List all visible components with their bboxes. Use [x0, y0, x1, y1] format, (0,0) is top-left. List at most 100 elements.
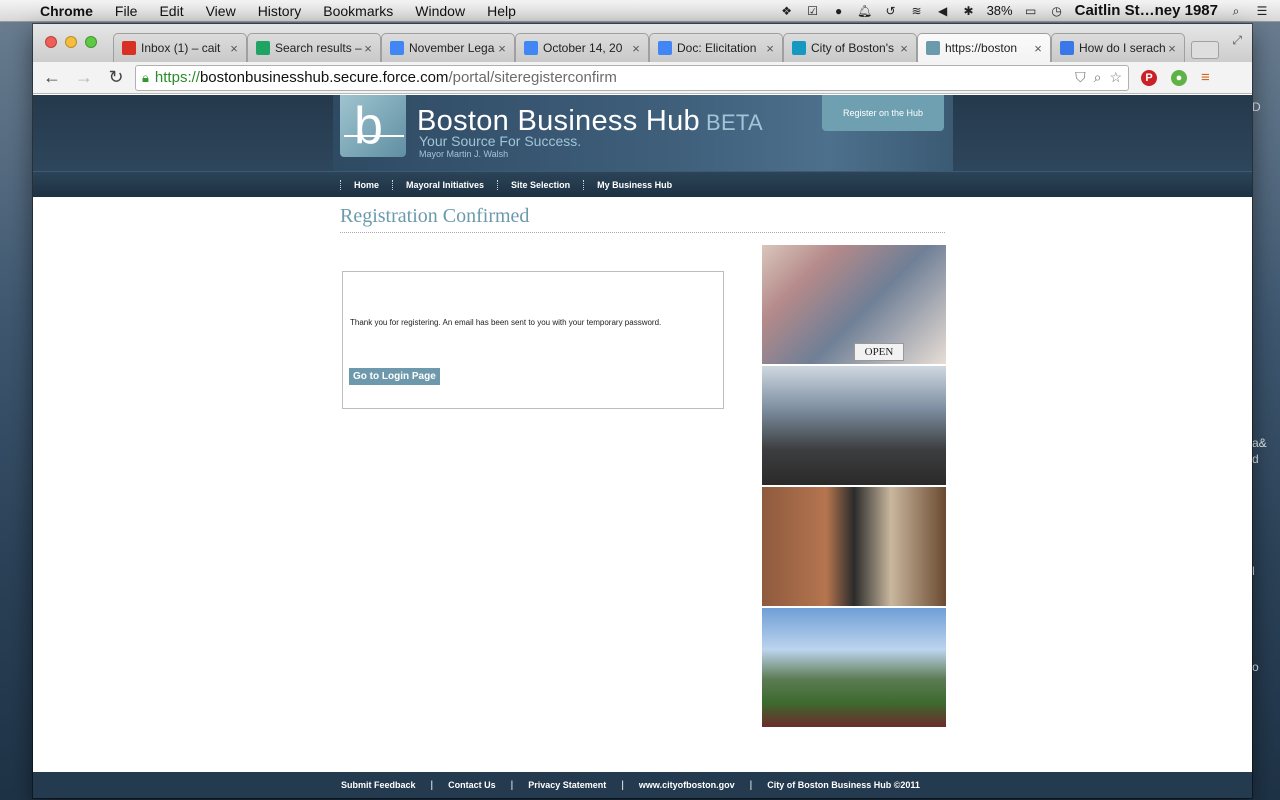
drive-icon	[256, 41, 270, 55]
desktop-edge-text: l	[1252, 564, 1255, 578]
browser-tab[interactable]: How do I serach ×	[1051, 33, 1185, 62]
title-divider	[340, 232, 945, 233]
bluetooth-icon[interactable]: ✱	[961, 4, 977, 18]
close-tab-icon[interactable]: ×	[1166, 41, 1178, 56]
back-button[interactable]: ←	[39, 67, 65, 88]
browser-tab[interactable]: November Lega ×	[381, 33, 515, 62]
fullscreen-icon[interactable]: ⤢	[1232, 33, 1242, 48]
close-tab-icon[interactable]: ×	[630, 41, 642, 56]
desktop-edge-text: a&	[1252, 436, 1267, 450]
evernote-icon[interactable]: ●	[831, 4, 847, 18]
menu-help[interactable]: Help	[476, 3, 527, 19]
reload-button[interactable]: ↻	[103, 67, 129, 88]
menu-file[interactable]: File	[104, 3, 149, 19]
tab-strip: Inbox (1) – cait × Search results – × Novemb…	[33, 24, 1252, 62]
dropbox-icon[interactable]: ❖	[779, 4, 795, 18]
close-tab-icon[interactable]: ×	[362, 41, 374, 56]
minimize-window-button[interactable]	[65, 36, 77, 48]
browser-tab[interactable]: Search results – ×	[247, 33, 381, 62]
register-button[interactable]: Register on the Hub	[822, 95, 944, 131]
page-title: Registration Confirmed	[340, 205, 530, 227]
menu-edit[interactable]: Edit	[148, 3, 194, 19]
zoom-icon[interactable]: ⌕	[1094, 69, 1102, 86]
shield-icon[interactable]: ⛉	[1075, 69, 1086, 86]
browser-tab[interactable]: https://boston ×	[917, 33, 1051, 62]
chrome-menu-icon[interactable]: ≡	[1201, 69, 1210, 86]
boston-hub-logo[interactable]: b	[340, 95, 406, 157]
site-mayor: Mayor Martin J. Walsh	[419, 149, 509, 159]
menu-view[interactable]: View	[195, 3, 247, 19]
docs-icon	[524, 41, 538, 55]
menu-bookmarks[interactable]: Bookmarks	[312, 3, 404, 19]
time-machine-icon[interactable]: ↺	[883, 4, 899, 18]
bookmark-star-icon[interactable]: ☆	[1109, 69, 1122, 86]
shop-owner-photo: OPEN	[762, 245, 946, 364]
footer-separator: |	[430, 779, 434, 791]
footer-separator: |	[621, 779, 624, 791]
notification-center-icon[interactable]: ☰	[1254, 4, 1270, 18]
close-tab-icon[interactable]: ×	[496, 41, 508, 56]
footer-separator: |	[749, 779, 753, 791]
footer-copyright: City of Boston Business Hub ©2011	[767, 780, 920, 790]
footer-submit-feedback[interactable]: Submit Feedback	[341, 780, 416, 790]
tab-title: How do I serach	[1079, 41, 1166, 55]
pinterest-icon[interactable]: P	[1141, 69, 1157, 86]
desktop-edge-text: d	[1252, 452, 1259, 466]
docs-icon	[658, 41, 672, 55]
browser-tab[interactable]: October 14, 20 ×	[515, 33, 649, 62]
battery-percent: 38%	[986, 3, 1013, 18]
browser-tab[interactable]: Doc: Elicitation ×	[649, 33, 783, 62]
go-to-login-button[interactable]: Go to Login Page	[349, 368, 440, 385]
confirmation-panel: Thank you for registering. An email has …	[342, 271, 724, 409]
volume-icon[interactable]: ◀	[935, 4, 951, 18]
restaurant-owner-photo	[762, 487, 946, 606]
nav-my-business-hub[interactable]: My Business Hub	[583, 180, 685, 190]
close-window-button[interactable]	[45, 36, 57, 48]
spotlight-search-icon[interactable]: ⌕	[1228, 4, 1244, 18]
forward-button[interactable]: →	[71, 67, 97, 88]
footer-city-of-boston-link[interactable]: www.cityofboston.gov	[639, 780, 735, 790]
address-bar[interactable]: 🔒︎ https:// bostonbusinesshub.secure.for…	[135, 64, 1129, 91]
site-nav: Home Mayoral Initiatives Site Selection …	[33, 171, 1252, 197]
close-tab-icon[interactable]: ×	[228, 41, 240, 56]
user-name[interactable]: Caitlin St…ney 1987	[1075, 2, 1218, 19]
nav-home[interactable]: Home	[340, 180, 392, 190]
tab-title: October 14, 20	[543, 41, 623, 55]
battery-icon[interactable]: ▭	[1023, 4, 1039, 18]
lock-icon[interactable]: 🔒︎	[142, 70, 149, 86]
beta-label: BETA	[705, 110, 764, 135]
browser-tab[interactable]: City of Boston's ×	[783, 33, 917, 62]
site-header: b Boston Business Hub BETA Your Source Fo…	[33, 95, 1252, 171]
tab-title: Inbox (1) – cait	[141, 41, 221, 55]
wifi-icon[interactable]: ≋	[909, 4, 925, 18]
web-page: b Boston Business Hub BETA Your Source Fo…	[33, 95, 1252, 798]
browser-toolbar: ← → ↻ 🔒︎ https:// bostonbusinesshub.secu…	[33, 62, 1252, 94]
zoom-window-button[interactable]	[85, 36, 97, 48]
salesforce-icon	[792, 41, 806, 55]
confirmation-message: Thank you for registering. An email has …	[350, 318, 662, 327]
open-sign: OPEN	[854, 343, 904, 361]
checkbox-icon[interactable]: ☑	[805, 4, 821, 18]
footer-separator: |	[510, 779, 514, 791]
menu-app-name[interactable]: Chrome	[34, 3, 104, 19]
notification-bell-icon[interactable]: 🔔︎	[857, 4, 873, 18]
footer-contact-us[interactable]: Contact Us	[448, 780, 496, 790]
evernote-extension-icon[interactable]: ●	[1171, 69, 1187, 86]
footer-privacy-statement[interactable]: Privacy Statement	[528, 780, 606, 790]
close-tab-icon[interactable]: ×	[764, 41, 776, 56]
nav-mayoral-initiatives[interactable]: Mayoral Initiatives	[392, 180, 497, 190]
close-tab-icon[interactable]: ×	[898, 41, 910, 56]
tab-title: Doc: Elicitation	[677, 41, 757, 55]
new-tab-button[interactable]	[1191, 41, 1219, 59]
menu-history[interactable]: History	[247, 3, 313, 19]
browser-tab[interactable]: Inbox (1) – cait ×	[113, 33, 247, 62]
gmail-icon	[122, 41, 136, 55]
nav-site-selection[interactable]: Site Selection	[497, 180, 583, 190]
boston-hub-icon	[926, 41, 940, 55]
docs-icon	[390, 41, 404, 55]
browser-window: Inbox (1) – cait × Search results – × Novemb…	[33, 24, 1252, 798]
clock-icon[interactable]: ◷	[1049, 4, 1065, 18]
photo-column: OPEN	[762, 245, 946, 729]
close-tab-icon[interactable]: ×	[1032, 41, 1044, 56]
menu-window[interactable]: Window	[404, 3, 476, 19]
